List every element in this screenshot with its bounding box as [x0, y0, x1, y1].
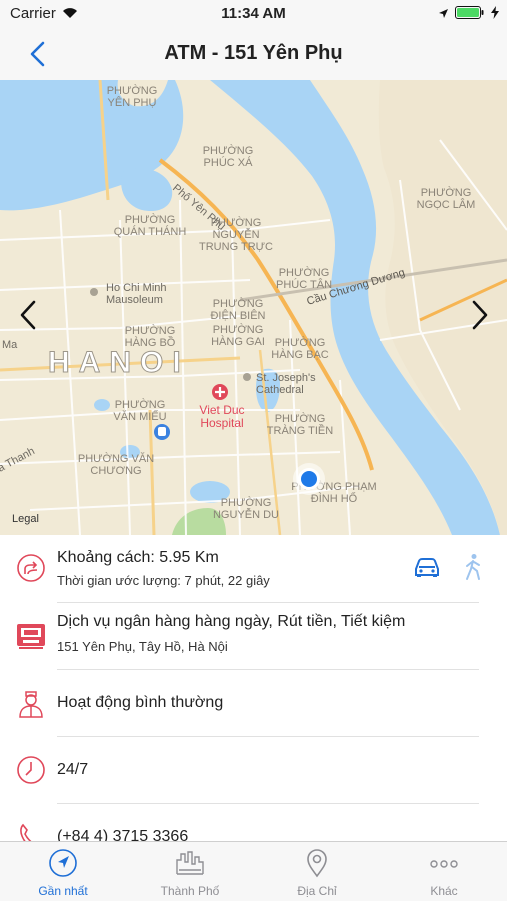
map-label: TRUNG TRỰC	[199, 241, 273, 253]
map-label: PHƯỜNG	[125, 213, 176, 226]
map-label: PHƯỜNG	[275, 412, 326, 425]
opening-hours-text: 24/7	[57, 761, 89, 778]
map-city-label: HANOI	[48, 346, 190, 379]
tab-label: Địa Chỉ	[297, 884, 337, 898]
services-row: Dịch vụ ngân hàng hàng ngày, Rút tiền, T…	[0, 603, 507, 670]
distance-row: Khoảng cách: 5.95 Km Thời gian ước lượng…	[0, 535, 507, 603]
map-label: CHƯƠNG	[90, 465, 141, 477]
phone-icon	[16, 822, 46, 841]
map-label: PHƯỜNG VĂN	[78, 452, 154, 465]
map-label: PHƯỜNG	[125, 324, 176, 337]
map-label: Viet Duc	[199, 403, 244, 417]
map-label: PHƯỜNG	[107, 84, 158, 97]
walking-person-icon	[466, 554, 480, 580]
location-pin-icon	[307, 849, 327, 878]
more-dots-icon	[430, 860, 458, 868]
map-label: TRÀNG TIỀN	[267, 424, 333, 437]
phone-row[interactable]: (+84 4) 3715 3366	[0, 804, 507, 841]
tab-nearest[interactable]: Gần nhất	[0, 842, 126, 901]
map-label: PHƯỜNG	[275, 336, 326, 349]
atm-machine-icon	[16, 621, 46, 651]
distance-text: Khoảng cách: 5.95 Km	[57, 549, 219, 566]
navigation-bar: ATM - 151 Yên Phụ	[0, 28, 507, 81]
city-skyline-icon	[176, 851, 204, 875]
tab-label: Gần nhất	[38, 884, 88, 898]
map-label: PHÚC XÁ	[204, 156, 254, 169]
staff-person-icon	[16, 688, 46, 718]
tab-city[interactable]: Thành Phố	[127, 842, 253, 901]
chevron-right-icon	[472, 300, 488, 330]
walk-mode-button[interactable]	[462, 553, 484, 586]
services-text: Dịch vụ ngân hàng hàng ngày, Rút tiền, T…	[57, 613, 406, 630]
map-label: NGỌC LÂM	[417, 198, 476, 211]
eta-text: Thời gian ước lượng: 7 phút, 22 giây	[57, 573, 270, 588]
map-label: Ho Chi Minh	[106, 282, 167, 294]
atm-info-list: Khoảng cách: 5.95 Km Thời gian ước lượng…	[0, 535, 507, 841]
map-label: St. Joseph's	[256, 372, 316, 384]
map-label: ĐIỆN BIÊN	[210, 309, 265, 322]
map-label: HÀNG GAI	[211, 335, 265, 348]
train-station-icon	[154, 424, 170, 440]
next-atm-button[interactable]	[466, 298, 492, 332]
map-legal-link[interactable]: Legal	[12, 513, 39, 525]
page-title: ATM - 151 Yên Phụ	[164, 42, 343, 64]
tab-more[interactable]: Khác	[381, 842, 507, 901]
car-mode-button[interactable]	[412, 555, 442, 584]
map-label: Hospital	[200, 416, 243, 430]
tab-bar: Gần nhất Thành Phố Địa Chỉ Khác	[0, 841, 507, 901]
car-icon	[415, 558, 439, 577]
hours-row: 24/7	[0, 737, 507, 803]
map-label: Ma	[2, 339, 18, 351]
operation-status-text: Hoạt động bình thường	[57, 694, 224, 711]
map-label: PHƯỜNG	[213, 297, 264, 310]
map-label: QUÁN THÁNH	[114, 225, 187, 238]
map-label: NGUYỄN DU	[213, 508, 279, 521]
map-label: Mausoleum	[106, 294, 163, 306]
status-bar: Carrier 11:34 AM	[0, 0, 507, 28]
charging-bolt-icon	[491, 6, 499, 23]
phone-number-text[interactable]: (+84 4) 3715 3366	[57, 828, 188, 841]
map-label: PHÚC TÂN	[276, 278, 332, 291]
map-label: HÀNG BẠC	[271, 348, 329, 361]
battery-icon	[455, 6, 485, 23]
map-label: PHƯỜNG	[115, 398, 166, 411]
map-label: VĂN MIẾU	[113, 410, 166, 423]
previous-atm-button[interactable]	[16, 298, 42, 332]
map-label: PHƯỜNG	[421, 186, 472, 199]
clock-time: 11:34 AM	[221, 5, 286, 22]
map-label: Cathedral	[256, 384, 304, 396]
map-view[interactable]: PHƯỜNG YÊN PHỤ PHƯỜNG PHÚC XÁ PHƯỜNG QUÁ…	[0, 80, 507, 535]
map-label: PHƯỜNG	[213, 323, 264, 336]
route-icon	[16, 553, 46, 583]
chevron-left-icon	[20, 300, 36, 330]
map-label: PHƯỜNG	[221, 496, 272, 509]
map-label: ĐÌNH HỔ	[311, 492, 358, 505]
map-label: PHƯỜNG	[203, 144, 254, 157]
address-text: 151 Yên Phụ, Tây Hồ, Hà Nội	[57, 639, 228, 654]
map-label: YÊN PHỤ	[108, 96, 157, 109]
tab-address[interactable]: Địa Chỉ	[254, 842, 380, 901]
location-arrow-icon	[438, 6, 449, 23]
map-label: PHƯỜNG	[279, 266, 330, 279]
navigation-arrow-icon	[49, 849, 77, 877]
tab-label: Khác	[430, 884, 458, 898]
tab-label: Thành Phố	[160, 884, 220, 898]
clock-icon	[16, 755, 46, 785]
status-row: Hoạt động bình thường	[0, 670, 507, 736]
